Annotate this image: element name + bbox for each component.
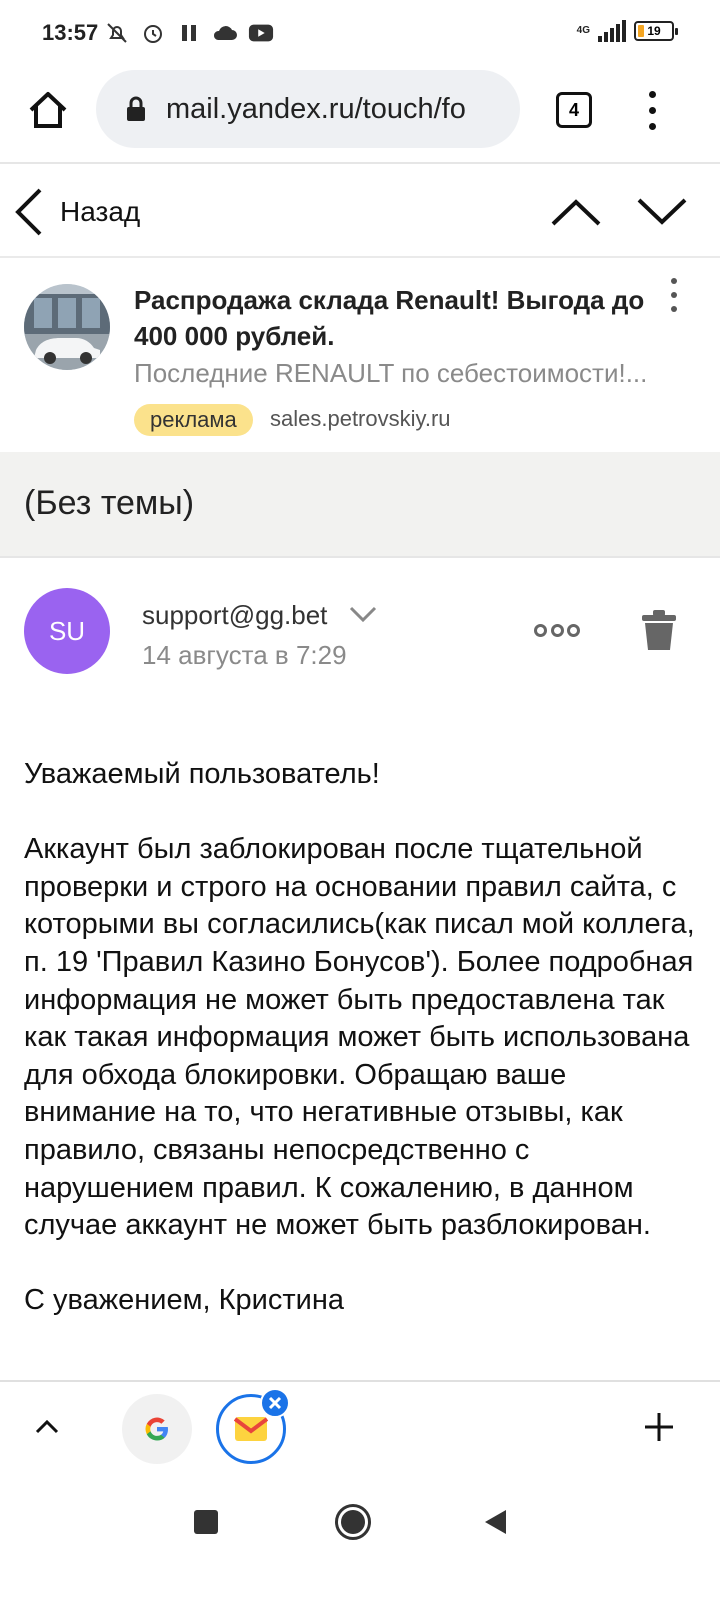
address-bar[interactable]: mail.yandex.ru/touch/fo	[96, 70, 520, 148]
ad-menu-button[interactable]	[666, 278, 682, 312]
ad-banner[interactable]: Распродажа склада Renault! Выгода до 400…	[0, 260, 720, 452]
youtube-icon	[248, 20, 274, 46]
expand-tabs-button[interactable]	[30, 1410, 64, 1444]
ad-image	[24, 284, 110, 370]
email-body: Уважаемый пользователь! Аккаунт был забл…	[24, 756, 700, 1358]
ad-domain: sales.petrovskiy.ru	[270, 406, 451, 431]
email-signature: С уважением, Кристина	[24, 1284, 344, 1317]
system-navigation-bar	[0, 1476, 720, 1600]
back-label: Назад	[60, 196, 141, 227]
google-icon	[145, 1417, 168, 1441]
lock-icon	[122, 95, 150, 123]
new-tab-button[interactable]	[642, 1410, 676, 1444]
close-icon	[268, 1396, 282, 1410]
ad-badge: реклама	[134, 404, 253, 436]
trash-icon	[642, 610, 676, 650]
email-subject: (Без темы)	[24, 484, 195, 522]
mute-icon	[104, 20, 130, 46]
back-triangle-icon	[485, 1510, 506, 1534]
sender-header: SU support@gg.bet 14 августа в 7:29	[0, 560, 720, 700]
browser-menu-button[interactable]	[640, 86, 664, 134]
sender-email[interactable]: support@gg.bet	[142, 600, 327, 631]
battery-icon: 19	[634, 21, 678, 41]
email-subject-bar: (Без темы)	[0, 452, 720, 558]
email-paragraph: Аккаунт был заблокирован после тщательно…	[24, 833, 695, 1242]
tab-google[interactable]	[122, 1394, 192, 1464]
chevron-down-icon	[637, 198, 687, 225]
tab-switcher-bar	[0, 1380, 720, 1476]
signal-icon	[598, 20, 626, 42]
status-bar: 13:57 4G 19	[0, 0, 720, 66]
battery-level: 19	[647, 24, 661, 38]
mail-nav-bar: Назад	[0, 166, 720, 258]
back-button[interactable]: Назад	[14, 184, 140, 240]
email-date: 14 августа в 7:29	[142, 640, 347, 670]
delete-button[interactable]	[640, 608, 678, 652]
cloud-icon	[212, 20, 238, 46]
plus-icon	[645, 1413, 673, 1441]
browser-toolbar: mail.yandex.ru/touch/fo 4	[0, 66, 720, 164]
alarm-icon	[140, 20, 166, 46]
home-icon	[29, 92, 67, 128]
avatar[interactable]: SU	[24, 588, 110, 674]
sender-details-toggle[interactable]	[348, 602, 378, 626]
chevron-up-icon	[35, 1419, 59, 1434]
chevron-down-icon	[349, 606, 377, 623]
pause-icon	[176, 20, 202, 46]
previous-email-button[interactable]	[550, 188, 602, 236]
ad-subtitle: Последние RENAULT по себестоимости!...	[134, 358, 648, 388]
chevron-left-icon	[15, 188, 42, 236]
system-back-button[interactable]	[482, 1508, 510, 1536]
url-text: mail.yandex.ru/touch/fo	[166, 92, 466, 125]
email-greeting: Уважаемый пользователь!	[24, 758, 380, 790]
recent-apps-button[interactable]	[194, 1510, 218, 1534]
status-time: 13:57	[42, 20, 99, 45]
more-actions-button[interactable]	[534, 622, 580, 638]
network-type: 4G	[576, 25, 590, 36]
system-home-button[interactable]	[335, 1504, 371, 1540]
tabs-button[interactable]: 4	[556, 92, 592, 128]
chevron-up-icon	[551, 199, 601, 226]
mail-icon	[234, 1417, 268, 1441]
close-tab-button[interactable]	[260, 1388, 290, 1418]
home-button[interactable]	[24, 86, 72, 134]
ad-title: Распродажа склада Renault! Выгода до 400…	[134, 285, 645, 351]
next-email-button[interactable]	[636, 188, 688, 236]
